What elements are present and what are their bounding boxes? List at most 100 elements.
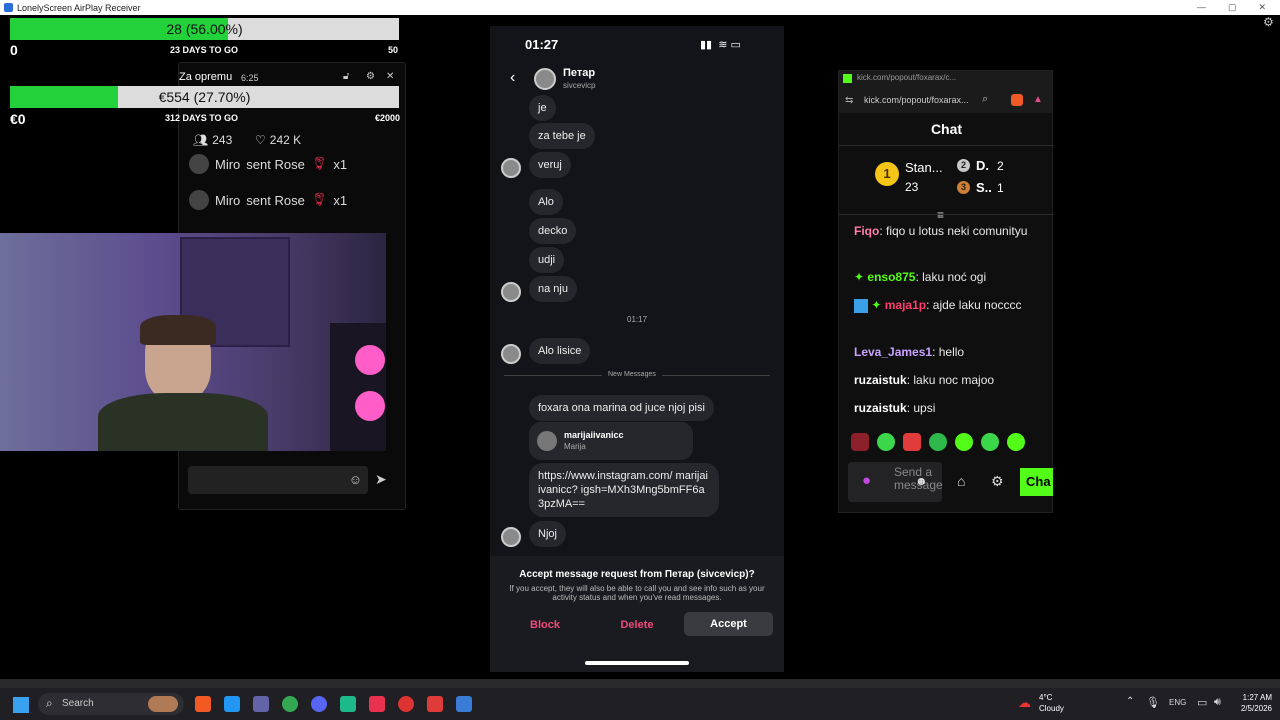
goal-min: €0 bbox=[10, 111, 26, 127]
goal-max: 50 bbox=[388, 45, 399, 55]
brave-shield-icon[interactable] bbox=[1011, 94, 1023, 106]
message-timestamp: 01:17 bbox=[627, 315, 648, 324]
discord-icon[interactable] bbox=[311, 696, 327, 712]
emote-icon[interactable] bbox=[981, 433, 999, 451]
chat-message: ✦ enso875: laku noć ogi bbox=[854, 268, 1044, 287]
goal-max: €2000 bbox=[375, 113, 401, 123]
network-icon[interactable]: ▭ bbox=[1197, 696, 1207, 709]
emote-icon[interactable] bbox=[955, 433, 973, 451]
zoom-icon[interactable]: ⌕ bbox=[982, 93, 988, 106]
store-icon[interactable]: ⌂ bbox=[957, 473, 965, 489]
teams-icon[interactable] bbox=[253, 696, 269, 712]
microphone-icon[interactable]: ● bbox=[862, 472, 871, 489]
gift-count: x1 bbox=[333, 156, 348, 172]
brave-icon[interactable] bbox=[195, 696, 211, 712]
language-indicator[interactable]: ENG bbox=[1169, 698, 1186, 707]
emote-icon[interactable] bbox=[851, 433, 869, 451]
contact-handle: sivcevicp bbox=[563, 81, 596, 90]
chat-input[interactable]: ● Send a message ☻ bbox=[848, 462, 943, 502]
back-arrow-icon[interactable]: ‹ bbox=[510, 69, 515, 87]
chat-text: : laku noć ogi bbox=[915, 270, 987, 284]
leader-name[interactable]: Stan... bbox=[905, 160, 943, 175]
chat-username[interactable]: enso875 bbox=[867, 270, 915, 284]
request-title: Accept message request from Петар (sivce… bbox=[519, 569, 755, 580]
app-icon[interactable] bbox=[340, 696, 356, 712]
message-bubble: na nju bbox=[529, 276, 577, 302]
webcam-feed bbox=[0, 233, 386, 451]
volume-icon[interactable]: 🔊︎ bbox=[1214, 696, 1221, 709]
goal-min: 0 bbox=[10, 42, 18, 58]
chat-send-button[interactable]: Cha bbox=[1020, 468, 1053, 496]
kick-logo-icon bbox=[843, 74, 852, 83]
live-comment-input[interactable]: ☺ bbox=[188, 466, 368, 494]
phone-screen: 01:27 ▮▮ ︎ ≋ ▭ ‹ Петар sivcevicp je za t… bbox=[490, 26, 784, 672]
emote-icon[interactable] bbox=[903, 433, 921, 451]
accept-button[interactable]: Accept bbox=[684, 612, 773, 636]
lock-icon[interactable]: 🔓︎ bbox=[343, 71, 349, 82]
rewards-icon[interactable]: ▲ bbox=[1033, 94, 1043, 105]
delete-button[interactable]: Delete bbox=[612, 619, 662, 631]
chevron-up-icon[interactable]: ⌃ bbox=[1126, 696, 1134, 707]
close-icon[interactable]: ✕ bbox=[386, 71, 394, 82]
request-body: If you accept, they will also be able to… bbox=[509, 584, 765, 602]
rank-badge: 1 bbox=[875, 162, 899, 186]
chat-text: : upsi bbox=[906, 401, 936, 415]
send-icon[interactable]: ➤ bbox=[375, 471, 387, 488]
horizontal-scrollbar[interactable] bbox=[0, 679, 1280, 688]
lonelyscreen-icon[interactable] bbox=[456, 696, 472, 712]
contact-avatar[interactable] bbox=[534, 68, 556, 90]
goal-progress-label: 28 (56.00%) bbox=[166, 21, 243, 37]
block-button[interactable]: Block bbox=[520, 619, 570, 631]
chat-username[interactable]: ruzaistuk bbox=[854, 373, 907, 387]
collapse-icon[interactable]: ≡ bbox=[937, 208, 944, 222]
close-button[interactable]: ✕ bbox=[1258, 2, 1266, 13]
rank-badge: 3 bbox=[957, 181, 970, 194]
address-bar[interactable]: kick.com/popout/foxarax... bbox=[864, 95, 969, 105]
chat-message: ruzaistuk: laku noc majoo bbox=[854, 371, 1044, 390]
weather-condition: Cloudy bbox=[1039, 704, 1064, 713]
microphone-icon[interactable]: 🎙︎ bbox=[1146, 696, 1160, 709]
taskbar-search[interactable]: ⌕ Search bbox=[38, 693, 184, 715]
settings-icon[interactable]: ⚙ bbox=[991, 473, 1004, 490]
leader-name[interactable]: S.. bbox=[976, 180, 992, 195]
clock-time[interactable]: 1:27 AM bbox=[1236, 693, 1272, 702]
emoji-icon[interactable]: ☺ bbox=[349, 472, 362, 487]
message-bubble: Alo bbox=[529, 189, 563, 215]
emoji-icon[interactable]: ☻ bbox=[915, 474, 928, 488]
rose-icon: 🌹︎ bbox=[310, 192, 328, 207]
rank-badge: 2 bbox=[957, 159, 970, 172]
file-explorer-icon[interactable] bbox=[224, 696, 240, 712]
divider bbox=[839, 145, 1054, 146]
app-icon[interactable] bbox=[398, 696, 414, 712]
message-bubble: udji bbox=[529, 247, 565, 273]
tiktok-icon[interactable] bbox=[369, 696, 385, 712]
goal-progress-bar: €554 (27.70%) bbox=[10, 86, 399, 108]
emote-icon[interactable] bbox=[877, 433, 895, 451]
goal-progress-bar: 28 (56.00%) bbox=[10, 18, 399, 40]
gear-icon[interactable]: ⚙ bbox=[1263, 15, 1277, 29]
shared-profile-card[interactable]: marijaiivanicc Marija bbox=[529, 422, 693, 460]
emote-icon[interactable] bbox=[1007, 433, 1025, 451]
chat-username[interactable]: Fiqo bbox=[854, 224, 879, 238]
phone-clock: 01:27 bbox=[525, 37, 559, 52]
site-settings-icon[interactable]: ⇆ bbox=[845, 95, 853, 106]
gift-count: x1 bbox=[333, 192, 348, 208]
maximize-button[interactable]: ▢ bbox=[1228, 2, 1237, 13]
windows-start-icon[interactable] bbox=[13, 697, 29, 713]
chat-username[interactable]: Leva_James1 bbox=[854, 345, 932, 359]
link-bubble[interactable]: https://www.instagram.com/ marijaiivanic… bbox=[529, 463, 719, 517]
chat-username[interactable]: maja1p bbox=[885, 298, 926, 312]
chrome-icon[interactable] bbox=[282, 696, 298, 712]
minimize-button[interactable]: — bbox=[1197, 2, 1206, 13]
settings-icon[interactable]: ⚙ bbox=[366, 71, 375, 82]
leader-name[interactable]: D. bbox=[976, 158, 989, 173]
emote-icon[interactable] bbox=[929, 433, 947, 451]
app-icon[interactable] bbox=[427, 696, 443, 712]
viewer-count: 👥︎ 243 bbox=[193, 133, 233, 147]
kick-chat-window: kick.com/popout/foxarax/c... ⇆ kick.com/… bbox=[838, 70, 1054, 513]
avatar bbox=[189, 154, 209, 174]
contact-name[interactable]: Петар bbox=[563, 67, 595, 79]
chat-username[interactable]: ruzaistuk bbox=[854, 401, 907, 415]
clock-date[interactable]: 2/5/2026 bbox=[1232, 704, 1272, 713]
weather-icon[interactable]: ☁ bbox=[1018, 695, 1031, 711]
